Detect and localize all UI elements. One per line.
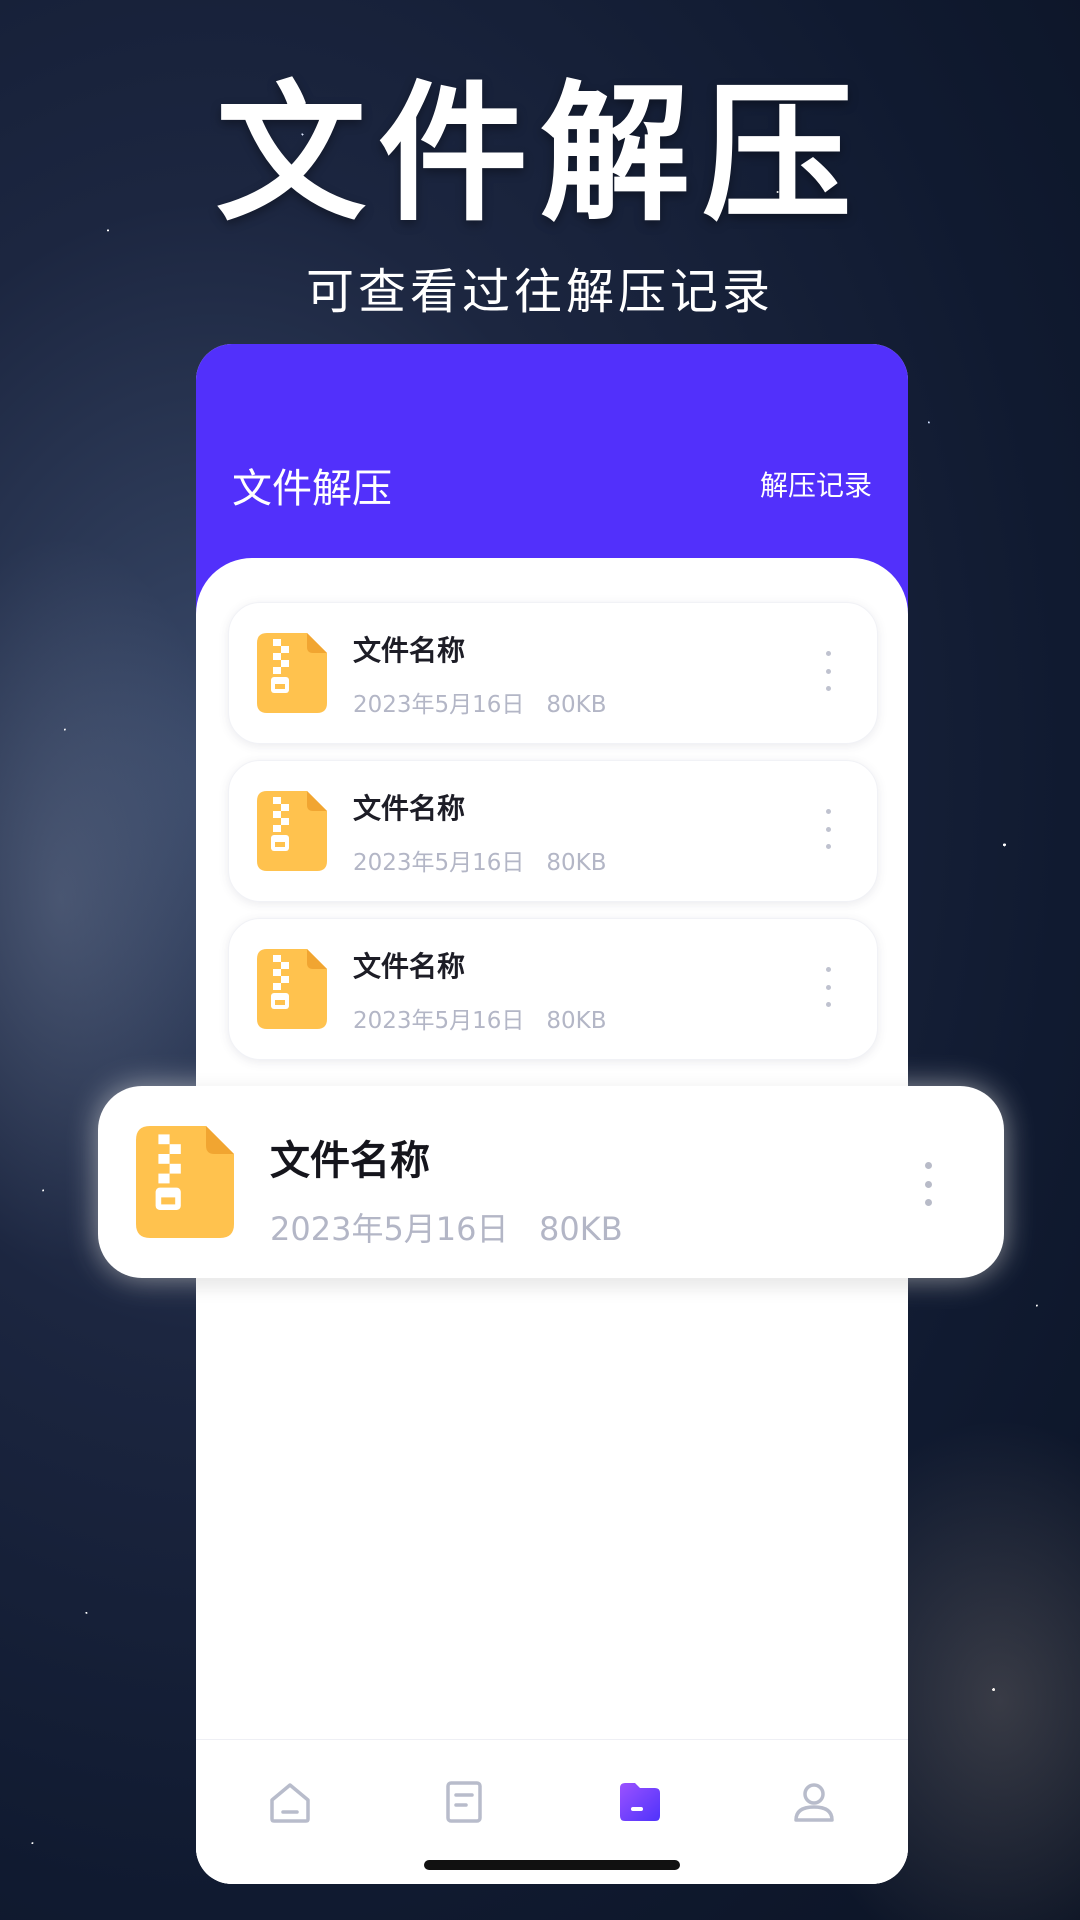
records-link[interactable]: 解压记录 [760, 464, 872, 504]
zip-file-icon [257, 791, 327, 871]
bottom-nav [196, 1739, 908, 1884]
file-meta: 2023年5月16日 80KB [353, 685, 607, 719]
file-name: 文件名称 [353, 634, 466, 667]
document-icon[interactable] [440, 1778, 488, 1826]
file-meta: 2023年5月16日 80KB [270, 1204, 623, 1250]
file-meta: 2023年5月16日 80KB [353, 843, 607, 877]
file-date: 2023年5月16日 [353, 692, 525, 718]
file-name: 文件名称 [270, 1138, 430, 1184]
home-indicator [424, 1860, 680, 1870]
zip-file-icon [136, 1126, 234, 1238]
file-date: 2023年5月16日 [353, 1008, 525, 1034]
app-title: 文件解压 [232, 466, 392, 512]
promo-subtitle: 可查看过往解压记录 [305, 264, 774, 320]
more-options-icon[interactable] [823, 809, 833, 849]
file-size: 80KB [546, 692, 607, 718]
promo-title: 文件解压 [215, 68, 864, 242]
more-options-icon[interactable] [823, 967, 833, 1007]
profile-icon[interactable] [790, 1778, 838, 1826]
file-date: 2023年5月16日 [353, 850, 525, 876]
file-list-item[interactable]: 文件名称 2023年5月16日 80KB [228, 602, 878, 744]
more-options-icon[interactable] [922, 1162, 934, 1206]
zip-file-icon [257, 949, 327, 1029]
file-size: 80KB [546, 850, 607, 876]
featured-file-card[interactable]: 文件名称 2023年5月16日 80KB [98, 1086, 1004, 1278]
file-date: 2023年5月16日 [270, 1210, 509, 1248]
file-name: 文件名称 [353, 792, 466, 825]
zip-file-icon [257, 633, 327, 713]
file-size: 80KB [546, 1008, 607, 1034]
file-meta: 2023年5月16日 80KB [353, 1001, 607, 1035]
file-list-item[interactable]: 文件名称 2023年5月16日 80KB [228, 760, 878, 902]
more-options-icon[interactable] [823, 651, 833, 691]
home-icon[interactable] [266, 1778, 314, 1826]
file-list-item[interactable]: 文件名称 2023年5月16日 80KB [228, 918, 878, 1060]
file-name: 文件名称 [353, 950, 466, 983]
folder-icon[interactable] [616, 1778, 664, 1826]
file-size: 80KB [539, 1210, 623, 1248]
